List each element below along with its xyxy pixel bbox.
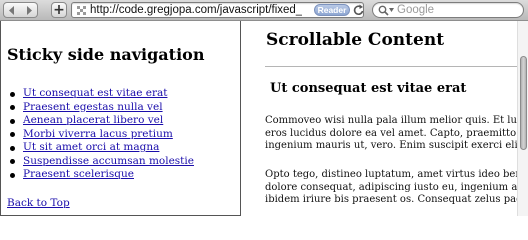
scrollbar-thumb[interactable] <box>520 56 527 150</box>
bullet-icon <box>10 132 15 137</box>
nav-item: Praesent egestas nulla vel <box>10 101 238 115</box>
nav-link-praesent-egestas[interactable]: Praesent egestas nulla vel <box>23 101 163 113</box>
browser-toolbar: + http://code.gregjopa.com/javascript/fi… <box>0 0 528 21</box>
search-input[interactable] <box>397 3 517 17</box>
vertical-scrollbar[interactable] <box>517 21 528 216</box>
nav-item: Ut sit amet orci at magna <box>10 141 238 155</box>
sidebar: Sticky side navigation Ut consequat est … <box>0 21 241 216</box>
nav-link-ut-consequat[interactable]: Ut consequat est vitae erat <box>23 87 167 99</box>
chevron-down-icon[interactable] <box>389 8 394 12</box>
paragraph-line: ingenium mauris ut, vero. Enim suscipit … <box>265 140 517 151</box>
main-content: Scrollable Content Ut consequat est vita… <box>241 21 517 216</box>
nav-link-morbi-viverra[interactable]: Morbi viverra lacus pretium <box>23 128 173 140</box>
nav-item: Ut consequat est vitae erat <box>10 87 238 101</box>
page-title: Scrollable Content <box>266 30 445 50</box>
plus-icon: + <box>53 2 65 18</box>
bullet-icon <box>10 159 15 164</box>
bullet-icon <box>10 91 15 97</box>
nav-link-ut-sit-amet[interactable]: Ut sit amet orci at magna <box>23 141 159 153</box>
nav-item: Aenean placerat libero vel <box>10 114 238 128</box>
divider <box>265 66 517 67</box>
nav-link-praesent-scelerisque[interactable]: Praesent scelerisque <box>23 168 134 180</box>
paragraph: Opto tego, distineo luptatum, amet virtu… <box>265 169 517 207</box>
search-bar[interactable] <box>372 2 524 18</box>
reader-button[interactable]: Reader <box>314 4 350 16</box>
add-bookmark-button[interactable]: + <box>51 2 67 18</box>
nav-item: Suspendisse accumsan molestie <box>10 155 238 169</box>
nav-item: Praesent scelerisque <box>10 168 238 182</box>
sidebar-title: Sticky side navigation <box>7 45 205 64</box>
paragraph: Commoveo wisi nulla pala illum melior qu… <box>265 115 517 153</box>
paragraph-line: eros lucidus dolore ea vel amet. Capto, … <box>265 127 517 139</box>
side-nav-list: Ut consequat est vitae erat Praesent ege… <box>10 87 238 182</box>
reload-icon[interactable] <box>353 4 364 16</box>
site-favicon-icon <box>77 6 86 15</box>
bullet-icon <box>10 172 15 178</box>
forward-arrow-icon <box>26 5 32 15</box>
nav-item: Morbi viverra lacus pretium <box>10 128 238 142</box>
nav-link-suspendisse[interactable]: Suspendisse accumsan molestie <box>23 155 194 167</box>
bullet-icon <box>10 145 15 151</box>
paragraph-line: Opto tego, distineo luptatum, amet virtu… <box>265 169 517 180</box>
search-icon <box>378 5 389 16</box>
forward-button[interactable] <box>20 2 38 18</box>
nav-link-aenean-placerat[interactable]: Aenean placerat libero vel <box>23 114 163 126</box>
back-arrow-icon <box>9 5 14 15</box>
section-heading: Ut consequat est vitae erat <box>270 81 467 96</box>
address-bar[interactable]: http://code.gregjopa.com/javascript/fixe… <box>71 2 364 18</box>
bullet-icon <box>10 118 15 124</box>
paragraph-line: ibidem iriure bis praesent os. Consequat… <box>265 194 517 205</box>
paragraph-line: Commoveo wisi nulla pala illum melior qu… <box>265 115 517 126</box>
back-to-top-link[interactable]: Back to Top <box>7 197 70 210</box>
back-button[interactable] <box>3 2 21 18</box>
paragraph-line: dolore consequat, adipiscing iusto eu, i… <box>265 181 517 193</box>
url-text[interactable]: http://code.gregjopa.com/javascript/fixe… <box>90 3 302 17</box>
bullet-icon <box>10 105 15 110</box>
